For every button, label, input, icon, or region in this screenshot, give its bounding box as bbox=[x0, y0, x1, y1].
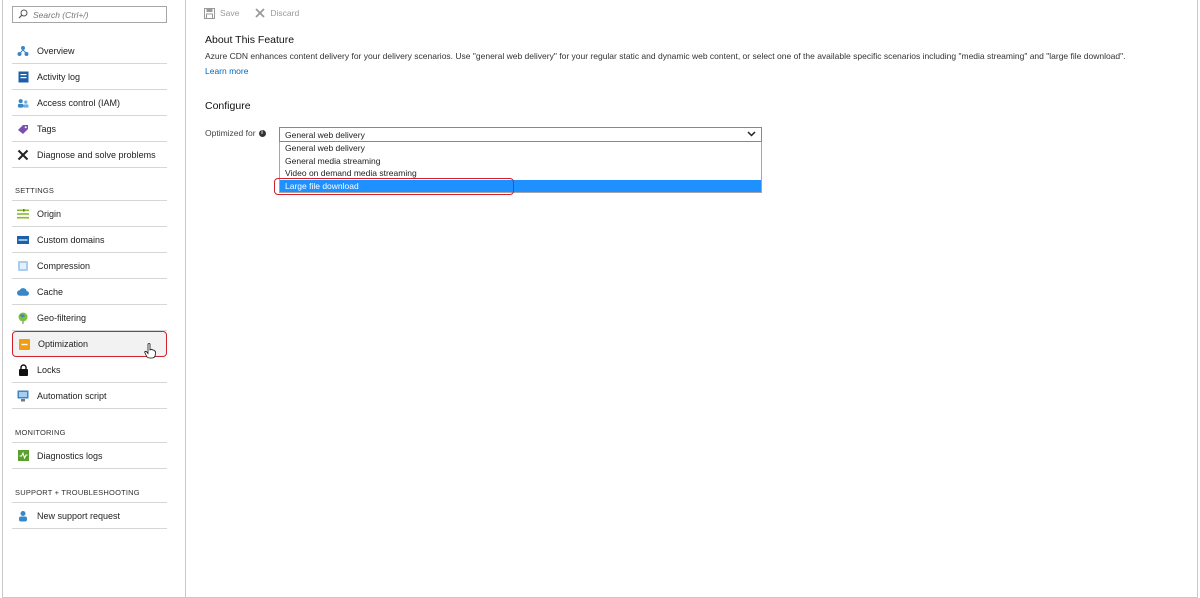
save-button[interactable]: Save bbox=[204, 7, 240, 19]
sidebar-item-diagnose[interactable]: Diagnose and solve problems bbox=[12, 142, 167, 168]
save-label: Save bbox=[220, 8, 240, 18]
section-settings: SETTINGS bbox=[15, 186, 55, 195]
dropdown-option[interactable]: General web delivery bbox=[280, 142, 761, 155]
sidebar-item-label: Geo-filtering bbox=[37, 312, 87, 323]
activity-log-icon bbox=[17, 71, 29, 83]
configure-heading: Configure bbox=[205, 100, 251, 112]
sidebar-item-custom-domains[interactable]: Custom domains bbox=[12, 227, 167, 253]
sidebar-item-iam[interactable]: Access control (IAM) bbox=[12, 90, 167, 116]
automation-icon bbox=[17, 390, 29, 402]
select-value: General web delivery bbox=[285, 129, 365, 140]
optimized-for-text: Optimized for bbox=[205, 128, 256, 138]
optimization-icon bbox=[18, 338, 30, 350]
dropdown-option[interactable]: General media streaming bbox=[280, 155, 761, 168]
tag-icon bbox=[17, 123, 29, 135]
sidebar-item-label: Activity log bbox=[37, 71, 81, 82]
sidebar-item-diagnostics-logs[interactable]: Diagnostics logs bbox=[12, 443, 167, 469]
info-icon[interactable]: i bbox=[258, 129, 266, 137]
sidebar-item-label: Diagnose and solve problems bbox=[37, 149, 156, 160]
close-icon bbox=[255, 8, 266, 18]
search-input[interactable]: Search (Ctrl+/) bbox=[12, 6, 167, 23]
sidebar-item-label: Compression bbox=[37, 260, 91, 271]
save-icon bbox=[204, 7, 215, 19]
wrench-icon bbox=[17, 149, 29, 161]
custom-domains-icon bbox=[17, 234, 29, 246]
section-support: SUPPORT + TROUBLESHOOTING bbox=[15, 488, 140, 497]
sidebar-item-cache[interactable]: Cache bbox=[12, 279, 167, 305]
search-icon bbox=[18, 9, 28, 21]
support-icon bbox=[17, 510, 29, 522]
about-heading: About This Feature bbox=[205, 34, 295, 46]
discard-button[interactable]: Discard bbox=[255, 8, 299, 18]
globe-icon bbox=[17, 312, 29, 324]
chevron-down-icon bbox=[747, 129, 756, 140]
hand-cursor-icon bbox=[144, 343, 156, 361]
sidebar-item-label: Tags bbox=[37, 123, 57, 134]
optimized-for-select[interactable]: General web delivery bbox=[279, 127, 762, 142]
sidebar-item-label: Origin bbox=[37, 208, 62, 219]
optimized-for-label: Optimized for i bbox=[205, 128, 266, 138]
section-monitoring: MONITORING bbox=[15, 428, 66, 437]
sidebar-item-origin[interactable]: Origin bbox=[12, 201, 167, 227]
learn-more-link[interactable]: Learn more bbox=[205, 66, 248, 76]
sidebar-item-automation-script[interactable]: Automation script bbox=[12, 383, 167, 409]
callout-highlight bbox=[274, 178, 514, 195]
sidebar-item-label: Cache bbox=[37, 286, 64, 297]
sidebar-item-label: Locks bbox=[37, 364, 61, 375]
sidebar-item-label: Overview bbox=[37, 45, 75, 56]
compression-icon bbox=[17, 260, 29, 272]
sidebar-item-label: Optimization bbox=[38, 339, 89, 349]
diagnostics-icon bbox=[17, 450, 29, 462]
sidebar-item-label: Access control (IAM) bbox=[37, 97, 121, 108]
sidebar-item-label: Automation script bbox=[37, 390, 107, 401]
iam-icon bbox=[17, 97, 29, 109]
sidebar-item-geo-filtering[interactable]: Geo-filtering bbox=[12, 305, 167, 331]
discard-label: Discard bbox=[270, 8, 300, 18]
sidebar-item-label: Custom domains bbox=[37, 234, 105, 245]
about-description: Azure CDN enhances content delivery for … bbox=[205, 51, 1126, 61]
sidebar-item-label: New support request bbox=[37, 510, 121, 521]
overview-icon bbox=[17, 45, 29, 57]
sidebar-item-activity-log[interactable]: Activity log bbox=[12, 64, 167, 90]
cache-icon bbox=[17, 286, 29, 298]
sidebar-item-label: Diagnostics logs bbox=[37, 450, 103, 461]
sidebar-item-overview[interactable]: Overview bbox=[12, 38, 167, 64]
origin-icon bbox=[17, 208, 29, 220]
sidebar-item-tags[interactable]: Tags bbox=[12, 116, 167, 142]
command-bar: Save Discard bbox=[204, 6, 315, 20]
lock-icon bbox=[17, 363, 29, 376]
sidebar-item-new-support-request[interactable]: New support request bbox=[12, 503, 167, 529]
search-placeholder: Search (Ctrl+/) bbox=[33, 9, 89, 20]
sidebar-item-compression[interactable]: Compression bbox=[12, 253, 167, 279]
